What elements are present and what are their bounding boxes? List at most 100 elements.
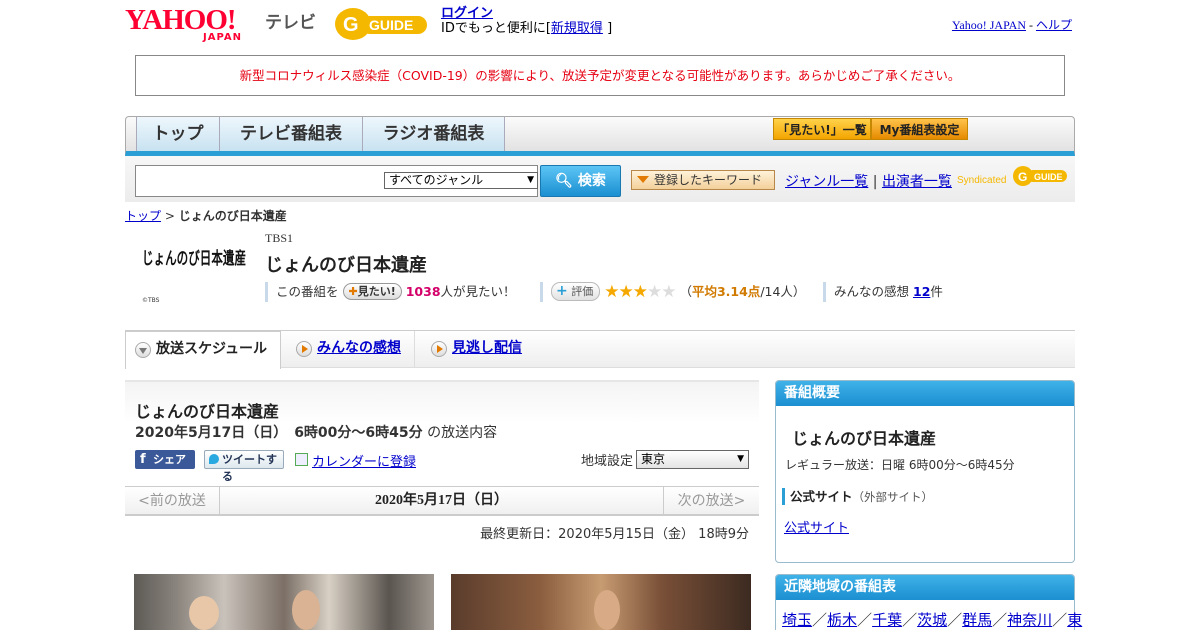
mitai-button-label: 見たい! [357, 285, 396, 298]
facebook-icon: f [140, 452, 146, 467]
search-bar: すべてのジャンル ▼ 🔍︎ 検索 登録したキーワード ジャンル一覧 | 出演者一… [125, 156, 1075, 202]
play-arrow-icon [431, 341, 447, 357]
tab-catchup-streaming[interactable]: 見逃し配信 [422, 331, 550, 367]
nearby-region-link[interactable]: 東 [1067, 611, 1082, 629]
kanso-count-link[interactable]: 12 [913, 284, 930, 299]
nav-tab-top[interactable]: トップ [136, 117, 220, 151]
official-site-link[interactable]: 公式サイト [784, 517, 849, 536]
region-select[interactable]: 東京 ▼ [636, 450, 749, 469]
program-summary-box: 番組概要 じょんのび日本遺産 レギュラー放送：日曜 6時00分～6時45分 公式… [775, 380, 1075, 563]
kanso-suffix: 件 [930, 284, 943, 299]
nearby-separator: ／ [992, 611, 1008, 629]
breadcrumb-separator: > [164, 209, 175, 223]
yahoo-japan-link[interactable]: Yahoo! JAPAN [952, 18, 1026, 32]
kanso-prefix: みんなの感想 [834, 284, 910, 299]
region-select-value: 東京 [641, 452, 666, 466]
registered-keyword-button[interactable]: 登録したキーワード [631, 170, 775, 190]
mitai-list-button[interactable]: 「見たい!」一覧 [773, 118, 871, 140]
logo-yahoo-text: YAHOO! [125, 4, 237, 36]
rating-segment: + 評価 ★★★★★ （平均3.14点/14人） [540, 282, 805, 302]
broadcast-title: じょんのび日本遺産 [135, 402, 280, 421]
nearby-region-link[interactable]: 神奈川 [1007, 611, 1052, 629]
search-link-separator: | [872, 174, 878, 190]
login-link[interactable]: ログイン [441, 6, 493, 21]
official-site-heading-text: 公式サイト [790, 489, 853, 504]
login-sub-text: IDでもっと便利に[ [441, 21, 551, 36]
avg-prefix: （ [679, 284, 692, 299]
program-logo-text: じょんのび日本遺産 [142, 248, 246, 269]
main-nav: トップ テレビ番組表 ラジオ番組表 「見たい!」一覧 My番組表設定 [125, 116, 1075, 156]
rater-count: /14人） [760, 284, 806, 299]
logo-tv-text[interactable]: テレビ [265, 8, 316, 33]
my-schedule-settings-button[interactable]: My番組表設定 [871, 118, 968, 140]
mitai-suffix: 人が見たい！ [440, 284, 516, 299]
breadcrumb-top-link[interactable]: トップ [125, 209, 161, 223]
broadcast-photo-1[interactable] [134, 574, 434, 630]
calendar-icon [295, 453, 308, 466]
nearby-region-link[interactable]: 千葉 [872, 611, 902, 629]
login-box: ログイン IDでもっと便利に[新規取得 ] [441, 6, 612, 36]
tab-broadcast-schedule-label: 放送スケジュール [156, 341, 268, 357]
program-channel: TBS1 [265, 231, 294, 245]
calendar-register-link[interactable]: カレンダーに登録 [295, 451, 416, 470]
facebook-share-label: シェア [153, 453, 186, 466]
program-logo-credit: ©TBS [142, 297, 160, 304]
tab-everyone-impressions-label: みんなの感想 [317, 340, 401, 356]
broadcast-time-suffix: の放送内容 [427, 425, 498, 441]
yahoo-japan-logo[interactable]: YAHOO! JAPAN [125, 4, 261, 44]
gguide-logo[interactable]: G GUIDE [333, 6, 433, 42]
header-link-separator: - [1028, 18, 1033, 32]
nearby-region-link[interactable]: 茨城 [917, 611, 947, 629]
nearby-region-link[interactable]: 埼玉 [782, 611, 812, 629]
official-site-note: （外部サイト） [852, 490, 934, 504]
genre-select[interactable]: すべてのジャンル ▼ [384, 172, 538, 189]
last-updated: 最終更新日：2020年5月15日（金） 18時9分 [480, 527, 749, 542]
breadcrumb: トップ > じょんのび日本遺産 [125, 207, 287, 224]
prev-broadcast-button[interactable]: <前の放送 [125, 487, 220, 515]
svg-text:G: G [1018, 170, 1027, 184]
search-button[interactable]: 🔍︎ 検索 [540, 165, 621, 197]
broadcast-photo-2[interactable] [451, 574, 751, 630]
tweet-button[interactable]: ツイートする [204, 450, 284, 483]
nearby-separator: ／ [947, 611, 963, 629]
site-header: YAHOO! JAPAN テレビ G GUIDE ログイン IDでもっと便利に[… [125, 0, 1075, 50]
nearby-regions-heading: 近隣地域の番組表 [776, 575, 1074, 600]
genre-list-link[interactable]: ジャンル一覧 [785, 174, 868, 190]
tab-everyone-impressions[interactable]: みんなの感想 [287, 331, 415, 367]
broadcast-date-time: 2020年5月17日（日） 6時00分～6時45分 [135, 425, 423, 441]
facebook-share-button[interactable]: f シェア [135, 450, 195, 469]
star-empty-icon: ★ [661, 282, 676, 302]
star-filled-icon: ★ [632, 282, 648, 302]
play-arrow-icon [296, 341, 312, 357]
mitai-prefix: この番組を [276, 284, 339, 299]
help-link[interactable]: ヘルプ [1036, 18, 1072, 32]
evaluate-button[interactable]: + 評価 [551, 282, 601, 301]
chevron-down-icon [135, 342, 151, 358]
svg-text:G: G [343, 14, 359, 36]
performer-list-link[interactable]: 出演者一覧 [882, 174, 952, 190]
mitai-button[interactable]: ✚見たい! [342, 283, 402, 300]
tab-broadcast-schedule[interactable]: 放送スケジュール [125, 331, 281, 369]
average-score: 平均3.14点 [691, 284, 761, 299]
search-links: ジャンル一覧 | 出演者一覧 [785, 171, 952, 191]
evaluate-button-label: 評価 [571, 285, 594, 298]
syndicated-gguide-text: GUIDE [1034, 172, 1063, 182]
register-link[interactable]: 新規取得 [551, 21, 603, 36]
mitai-segment: この番組を ✚見たい! 1038人が見たい！ [265, 282, 516, 302]
calendar-register-label: カレンダーに登録 [312, 455, 417, 470]
mitai-count: 1038 [405, 284, 441, 299]
syndicated-text: Syndicated [957, 175, 1006, 186]
nav-tab-tv-schedule[interactable]: テレビ番組表 [220, 117, 363, 151]
tweet-button-label: ツイートする [222, 453, 277, 483]
photo-person [292, 590, 320, 630]
nav-tab-radio-schedule[interactable]: ラジオ番組表 [363, 117, 505, 151]
official-site-heading: 公式サイト（外部サイト） [782, 488, 933, 505]
region-label: 地域設定 [581, 454, 634, 469]
broadcast-time-row: 2020年5月17日（日） 6時00分～6時45分 の放送内容 [135, 422, 497, 442]
nearby-regions-list: 埼玉／栃木／千葉／茨城／群馬／神奈川／東 [782, 609, 1082, 630]
gguide-logo-text: GUIDE [369, 17, 413, 33]
nearby-region-link[interactable]: 群馬 [962, 611, 992, 629]
nearby-region-link[interactable]: 栃木 [827, 611, 857, 629]
logo-japan-text: JAPAN [203, 32, 242, 43]
next-broadcast-button[interactable]: 次の放送> [663, 487, 759, 515]
